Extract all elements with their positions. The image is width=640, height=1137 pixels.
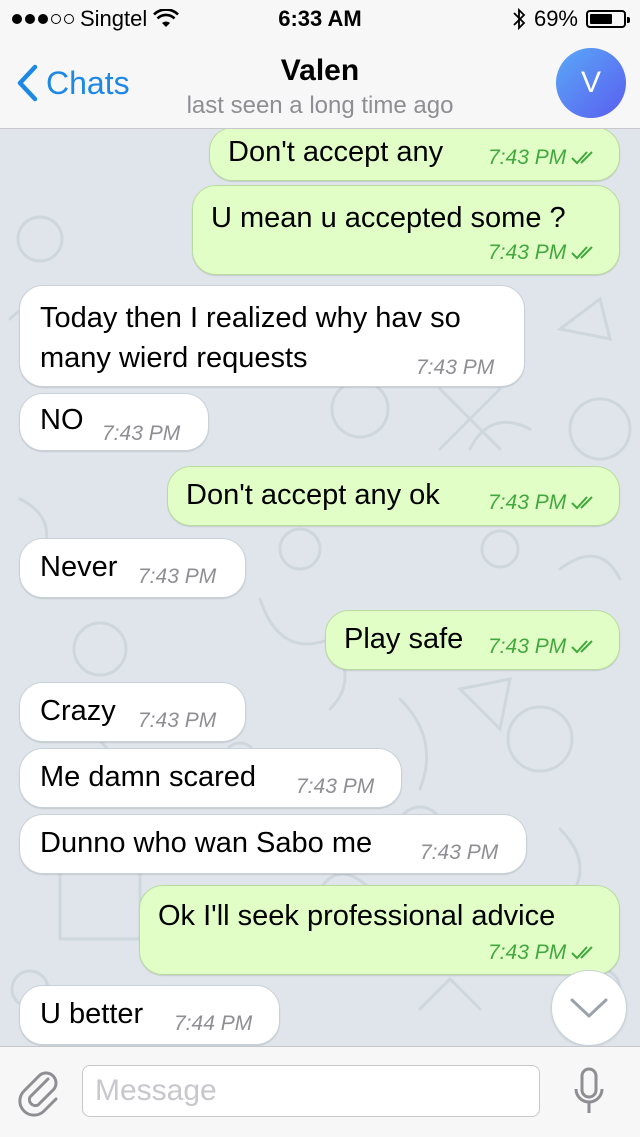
message-time: 7:43 PM	[488, 146, 600, 170]
message-text: Ok I'll seek professional advice	[158, 900, 556, 932]
contact-name: Valen	[280, 54, 360, 87]
paperclip-icon	[18, 1071, 58, 1117]
message-text: U mean u accepted some ?	[211, 202, 566, 234]
message-time: 7:43 PM	[296, 775, 375, 798]
microphone-icon	[574, 1067, 604, 1113]
message-text: Play safe	[344, 623, 464, 655]
battery-percent: 69%	[533, 6, 578, 31]
message-bubble-incoming[interactable]: Never 7:43 PM	[19, 538, 246, 598]
message-bubble-outgoing[interactable]: Don't accept any ok 7:43 PM	[167, 466, 620, 526]
message-bubble-incoming[interactable]: Crazy 7:43 PM	[19, 682, 246, 742]
double-check-icon	[571, 496, 593, 510]
message-time: 7:43 PM	[416, 356, 495, 379]
message-bubble-outgoing[interactable]: Play safe 7:43 PM	[325, 610, 620, 670]
avatar[interactable]: V	[556, 48, 626, 118]
chat-header: Chats Valen last seen a long time ago V	[0, 40, 640, 129]
voice-record-button[interactable]	[572, 1065, 606, 1124]
double-check-icon	[571, 946, 593, 960]
message-bubble-outgoing[interactable]: U mean u accepted some ? 7:43 PM	[192, 185, 620, 275]
message-bubble-outgoing[interactable]: Don't accept any 7:43 PM	[209, 129, 620, 181]
message-text: NO	[40, 404, 84, 436]
message-time: 7:43 PM	[420, 841, 499, 864]
bluetooth-icon	[513, 7, 526, 31]
message-text: Don't accept any	[228, 136, 444, 168]
double-check-icon	[571, 246, 593, 260]
message-time: 7:43 PM	[488, 941, 600, 965]
last-seen-status: last seen a long time ago	[186, 92, 454, 119]
message-bubble-incoming[interactable]: Today then I realized why hav so many wi…	[19, 285, 525, 387]
message-time: 7:43 PM	[138, 565, 217, 588]
message-list[interactable]: Don't accept any 7:43 PM U mean u accept…	[0, 129, 640, 1046]
message-bubble-incoming[interactable]: Me damn scared 7:43 PM	[19, 748, 402, 808]
status-bar: Singtel 6:33 AM 69%	[0, 0, 640, 40]
message-time: 7:43 PM	[488, 491, 600, 515]
scroll-to-bottom-button[interactable]	[551, 970, 627, 1046]
chevron-down-icon	[570, 998, 608, 1018]
message-bubble-incoming[interactable]: U better 7:44 PM	[19, 985, 280, 1045]
message-text: Dunno who wan Sabo me	[40, 827, 373, 859]
message-bubble-incoming[interactable]: NO 7:43 PM	[19, 393, 209, 451]
message-time: 7:43 PM	[488, 241, 600, 265]
message-time: 7:43 PM	[138, 709, 217, 732]
double-check-icon	[571, 640, 593, 654]
message-time: 7:44 PM	[174, 1012, 253, 1035]
message-text: Crazy	[40, 695, 116, 727]
double-check-icon	[571, 151, 593, 165]
message-text: Never	[40, 551, 118, 583]
header-title-group[interactable]: Valen last seen a long time ago	[0, 54, 640, 120]
avatar-initial: V	[580, 66, 601, 99]
message-time: 7:43 PM	[102, 422, 181, 445]
message-text: Don't accept any ok	[186, 479, 440, 511]
message-input-placeholder: Message	[95, 1074, 217, 1107]
battery-icon	[586, 10, 630, 28]
message-time: 7:43 PM	[488, 635, 600, 659]
message-text: Me damn scared	[40, 761, 256, 793]
message-input[interactable]: Message	[82, 1065, 540, 1117]
status-right: 69%	[512, 6, 630, 32]
message-bubble-outgoing[interactable]: Ok I'll seek professional advice 7:43 PM	[139, 885, 620, 975]
message-bubble-incoming[interactable]: Dunno who wan Sabo me 7:43 PM	[19, 814, 527, 874]
attach-button[interactable]	[18, 1067, 62, 1122]
message-text: U better	[40, 998, 144, 1030]
message-input-bar: Message	[0, 1046, 640, 1137]
